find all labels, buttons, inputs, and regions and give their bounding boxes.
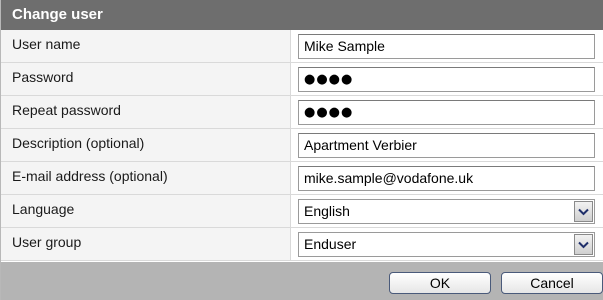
repeat-password-cell: ●●●● (291, 96, 603, 129)
chevron-down-icon[interactable] (574, 201, 593, 222)
repeat-password-input[interactable]: ●●●● (298, 100, 595, 125)
form-row-repeat-password: Repeat password ●●●● (1, 96, 603, 130)
cancel-button[interactable]: Cancel (501, 272, 603, 294)
dialog-footer: OK Cancel (1, 262, 603, 300)
email-input[interactable]: mike.sample@vodafone.uk (298, 166, 595, 191)
form-row-password: Password ●●●● (1, 63, 603, 97)
language-label: Language (1, 195, 291, 228)
chevron-down-icon[interactable] (574, 234, 593, 255)
language-select[interactable]: English (298, 199, 595, 224)
description-cell: Apartment Verbier (291, 129, 603, 162)
form-row-language: Language English (1, 195, 603, 229)
form-row-user-name: User name Mike Sample (1, 30, 603, 64)
user-name-label: User name (1, 30, 291, 63)
form-row-email: E-mail address (optional) mike.sample@vo… (1, 162, 603, 196)
user-group-label: User group (1, 228, 291, 261)
panel-title: Change user (1, 0, 603, 30)
user-name-cell: Mike Sample (291, 30, 603, 63)
repeat-password-label: Repeat password (1, 96, 291, 129)
description-label: Description (optional) (1, 129, 291, 162)
language-selected-value: English (304, 203, 350, 219)
ok-button[interactable]: OK (389, 272, 491, 294)
user-group-select[interactable]: Enduser (298, 232, 595, 257)
password-cell: ●●●● (291, 63, 603, 96)
form-row-description: Description (optional) Apartment Verbier (1, 129, 603, 163)
change-user-panel: Change user User name Mike Sample Passwo… (0, 0, 603, 300)
user-group-cell: Enduser (291, 228, 603, 261)
email-label: E-mail address (optional) (1, 162, 291, 195)
description-input[interactable]: Apartment Verbier (298, 133, 595, 158)
form-row-user-group: User group Enduser (1, 228, 603, 262)
user-name-input[interactable]: Mike Sample (298, 34, 595, 59)
user-group-selected-value: Enduser (304, 236, 357, 252)
email-cell: mike.sample@vodafone.uk (291, 162, 603, 195)
password-input[interactable]: ●●●● (298, 67, 595, 92)
language-cell: English (291, 195, 603, 228)
password-label: Password (1, 63, 291, 96)
